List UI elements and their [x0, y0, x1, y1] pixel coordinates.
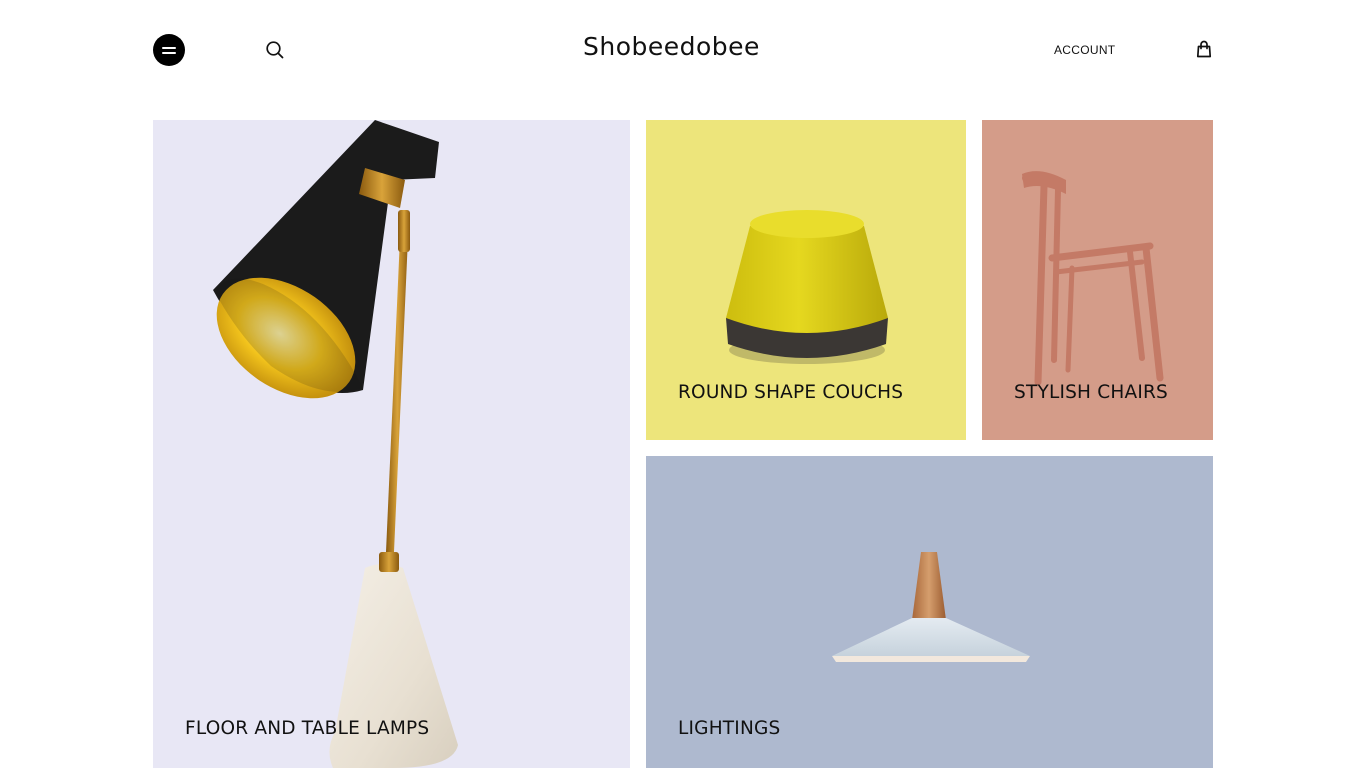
search-icon[interactable]	[264, 39, 286, 61]
account-link[interactable]: ACCOUNT	[1054, 43, 1115, 57]
category-tile-chairs[interactable]: STYLISH CHAIRS	[982, 120, 1213, 440]
site-logo[interactable]: Shobeedobee	[583, 32, 783, 61]
category-label: FLOOR AND TABLE LAMPS	[185, 718, 430, 739]
category-label: STYLISH CHAIRS	[1014, 382, 1168, 403]
menu-icon-bar	[162, 51, 176, 54]
category-tile-lightings[interactable]: LIGHTINGS	[646, 456, 1213, 768]
category-label: LIGHTINGS	[678, 718, 781, 739]
menu-icon-bar	[162, 46, 176, 49]
site-header: Shobeedobee ACCOUNT	[0, 0, 1366, 100]
category-tile-lamps[interactable]: FLOOR AND TABLE LAMPS	[153, 120, 630, 768]
category-label: ROUND SHAPE COUCHS	[678, 382, 904, 403]
table-lamp-image	[213, 120, 458, 768]
shopping-bag-icon[interactable]	[1194, 39, 1214, 59]
menu-icon[interactable]	[153, 34, 185, 66]
category-tile-couchs[interactable]: ROUND SHAPE COUCHS	[646, 120, 966, 440]
